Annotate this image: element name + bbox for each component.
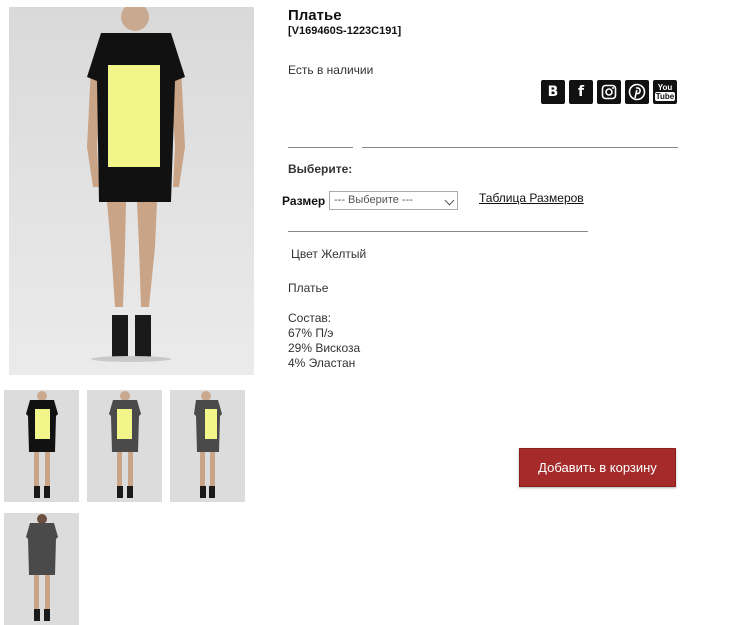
- size-select[interactable]: --- Выберите ---: [329, 191, 458, 210]
- divider: [288, 147, 353, 148]
- chevron-down-icon: [444, 195, 455, 206]
- size-label: Размер: [282, 194, 326, 208]
- product-thumbnail-1[interactable]: [4, 390, 79, 502]
- product-thumbnail-4[interactable]: [4, 513, 79, 625]
- availability-status: Есть в наличии: [288, 63, 374, 77]
- options-heading: Выберите:: [288, 162, 353, 176]
- main-product-image[interactable]: [9, 7, 254, 375]
- pinterest-icon[interactable]: [625, 80, 649, 104]
- instagram-icon[interactable]: [597, 80, 621, 104]
- divider: [362, 147, 678, 148]
- composition-item: 29% Вискоза: [288, 341, 361, 355]
- composition-item: 4% Эластан: [288, 356, 356, 370]
- composition-item: 67% П/э: [288, 326, 334, 340]
- product-title: Платье: [288, 7, 342, 24]
- size-table-link[interactable]: Таблица Размеров: [479, 191, 584, 205]
- divider: [288, 231, 588, 232]
- product-thumbnail-3[interactable]: [170, 390, 245, 502]
- add-to-cart-button[interactable]: Добавить в корзину: [519, 448, 676, 487]
- product-description: Платье: [288, 281, 329, 295]
- product-sku: [V169460S-1223C191]: [288, 25, 402, 37]
- vk-icon[interactable]: B: [541, 80, 565, 104]
- facebook-icon[interactable]: f: [569, 80, 593, 104]
- size-select-value: --- Выберите ---: [334, 194, 413, 206]
- composition-title: Состав:: [288, 311, 332, 325]
- product-color: Цвет Желтый: [291, 247, 367, 261]
- youtube-icon[interactable]: You Tube: [653, 80, 677, 104]
- product-thumbnail-2[interactable]: [87, 390, 162, 502]
